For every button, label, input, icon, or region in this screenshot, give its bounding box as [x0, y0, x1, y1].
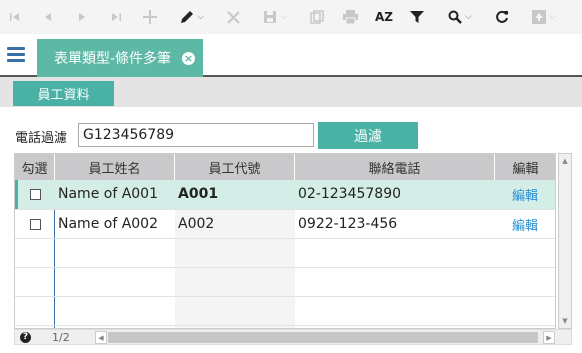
- row-checkbox[interactable]: [30, 218, 41, 230]
- edit-link[interactable]: 編輯: [512, 180, 538, 208]
- cell-name: Name of A002: [58, 216, 158, 232]
- row-checkbox[interactable]: [30, 188, 41, 200]
- save-icon[interactable]: ⌵: [256, 0, 294, 34]
- hamburger-menu-icon[interactable]: [7, 47, 25, 62]
- pager-text: 1/2: [52, 331, 70, 344]
- header-select[interactable]: 勾選: [15, 154, 55, 180]
- edit-icon[interactable]: ⌵: [172, 0, 212, 34]
- cell-name: Name of A001: [58, 186, 158, 202]
- add-icon[interactable]: [138, 0, 162, 34]
- row-selected-indicator: [15, 180, 18, 209]
- filter-button[interactable]: 過濾: [318, 122, 418, 149]
- search-icon[interactable]: ⌵: [440, 0, 480, 34]
- header-phone[interactable]: 聯絡電話: [295, 154, 495, 180]
- sort-icon[interactable]: AZ: [372, 0, 396, 34]
- row-divider: [15, 325, 555, 326]
- subtab-bar: 員工資料: [0, 77, 582, 107]
- phone-filter-input[interactable]: [78, 123, 314, 147]
- cell-id: A001: [178, 186, 219, 202]
- scroll-up-icon[interactable]: ▲: [559, 154, 571, 168]
- grid-footer: ? 1/2 ◀ ▶: [14, 329, 572, 345]
- prev-icon[interactable]: [36, 0, 60, 34]
- sort-label: AZ: [375, 10, 393, 24]
- next-icon[interactable]: [70, 0, 94, 34]
- scroll-right-icon[interactable]: ▶: [543, 331, 555, 344]
- scroll-down-icon[interactable]: ▼: [559, 314, 571, 328]
- filter-button-label: 過濾: [354, 128, 382, 145]
- tab-label: 表單類型-條件多筆: [54, 51, 172, 67]
- phone-filter-label: 電話過濾: [15, 131, 68, 146]
- toolbar: ⌵ ⌵ AZ ⌵ ⌵: [0, 0, 582, 34]
- row-divider: [15, 238, 555, 239]
- export-icon[interactable]: ⌵: [524, 0, 564, 34]
- horizontal-scroll-thumb[interactable]: [108, 332, 538, 343]
- cell-phone: 0922-123-456: [298, 216, 398, 232]
- refresh-icon[interactable]: [490, 0, 514, 34]
- header-id[interactable]: 員工代號: [175, 154, 295, 180]
- first-icon[interactable]: [2, 0, 28, 34]
- header-edit[interactable]: 編輯: [495, 154, 555, 180]
- subtab-employee-data[interactable]: 員工資料: [13, 81, 114, 106]
- help-icon[interactable]: ?: [20, 332, 31, 343]
- edit-link[interactable]: 編輯: [512, 210, 538, 238]
- cell-phone: 02-123457890: [298, 186, 402, 202]
- scroll-left-icon[interactable]: ◀: [95, 331, 107, 344]
- cell-id: A002: [178, 216, 215, 232]
- header-name[interactable]: 員工姓名: [55, 154, 175, 180]
- tab-form-type[interactable]: 表單類型-條件多筆 ×: [37, 39, 203, 77]
- tab-bar: 表單類型-條件多筆 ×: [0, 34, 582, 77]
- filter-icon[interactable]: [406, 0, 428, 34]
- subtab-label: 員工資料: [37, 88, 90, 103]
- tab-close-icon[interactable]: ×: [182, 52, 195, 65]
- row-divider: [15, 296, 555, 297]
- copy-icon[interactable]: [306, 0, 328, 34]
- print-icon[interactable]: [338, 0, 362, 34]
- vertical-scrollbar[interactable]: ▲ ▼: [558, 153, 572, 329]
- row-divider: [15, 267, 555, 268]
- delete-icon[interactable]: [222, 0, 244, 34]
- last-icon[interactable]: [103, 0, 129, 34]
- employee-grid: 勾選 員工姓名 員工代號 聯絡電話 編輯 Name of A001 A001 0…: [14, 153, 556, 329]
